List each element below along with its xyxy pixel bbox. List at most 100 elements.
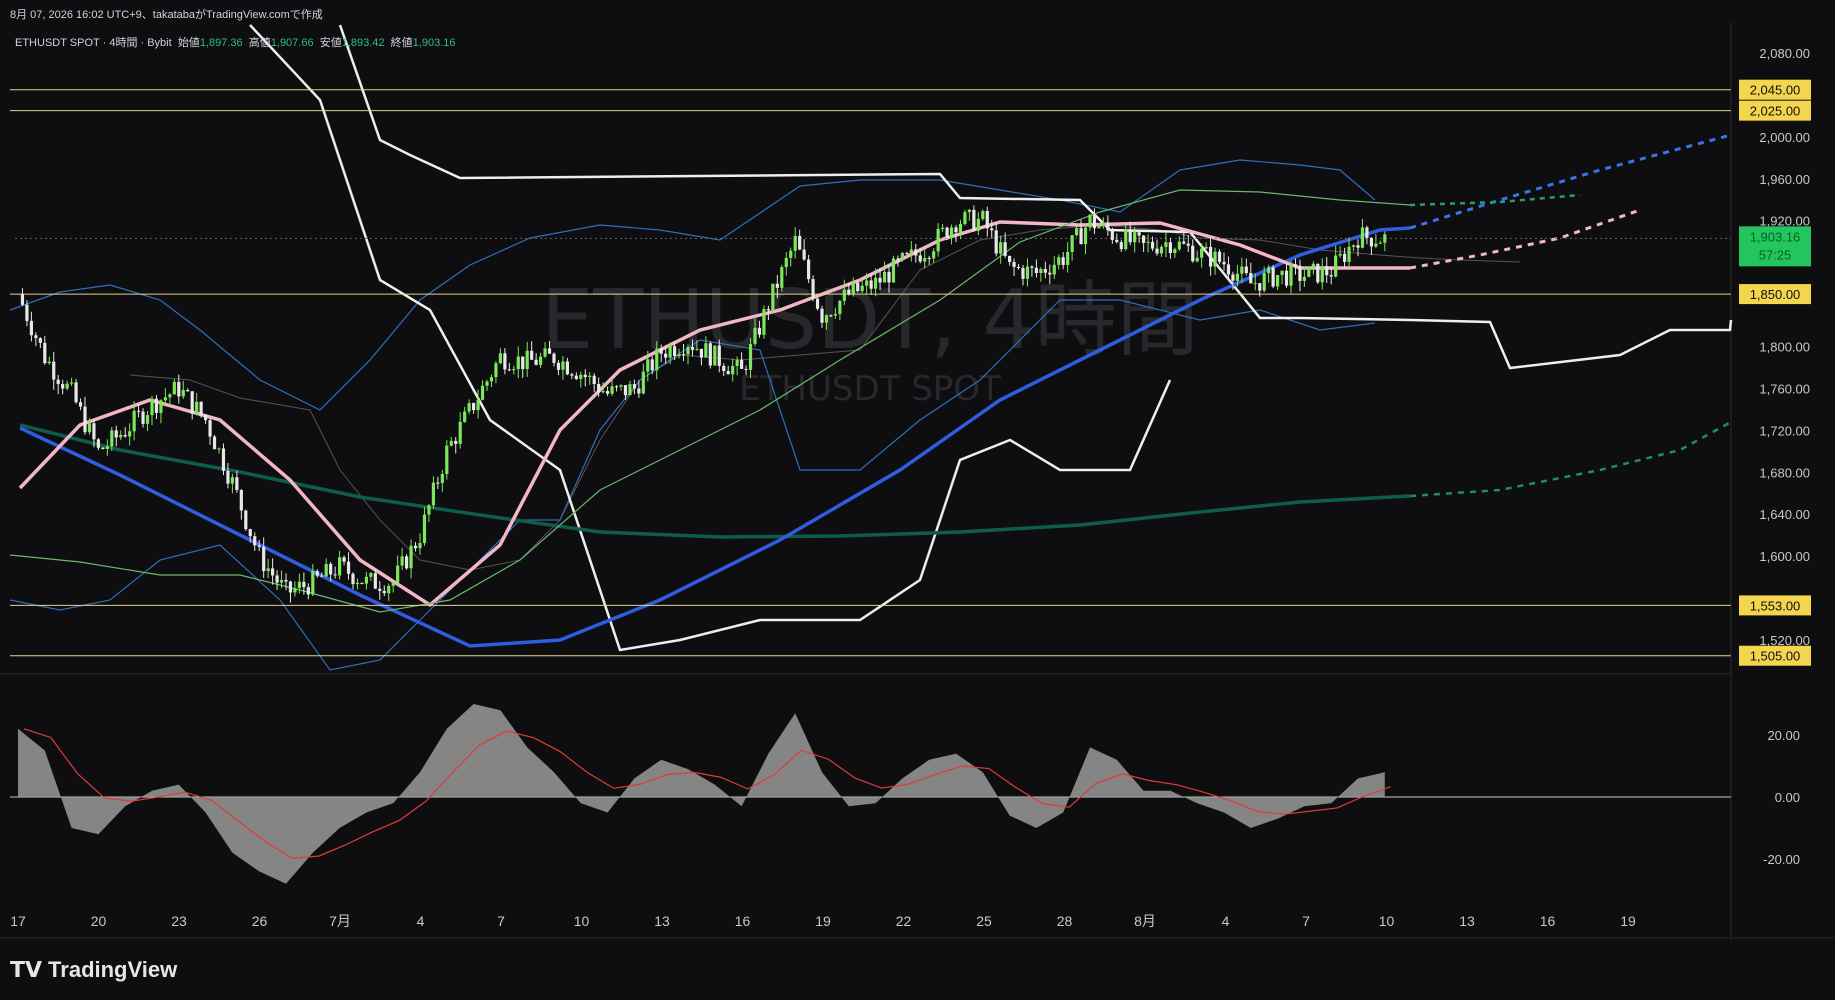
candle-body [65, 383, 69, 389]
candle-body [614, 386, 619, 388]
candle-body [628, 384, 632, 396]
candle-body [1115, 239, 1119, 243]
candle-body [958, 224, 963, 233]
candle-body [1034, 267, 1038, 274]
candle-body [1316, 263, 1320, 283]
candle-body [382, 590, 386, 594]
candle-body [181, 389, 185, 397]
candle-body [1030, 266, 1034, 268]
candle-body [851, 282, 855, 295]
candle-body [1200, 248, 1204, 258]
candle-body [753, 327, 757, 345]
candle-body [941, 227, 945, 229]
candle-body [677, 354, 681, 356]
candle-body [905, 252, 909, 254]
price-tick-label: 1,600.00 [1759, 549, 1810, 564]
candle-body [52, 361, 56, 380]
candle-body [740, 359, 744, 369]
candle-body [762, 309, 766, 335]
candle-body [20, 294, 25, 305]
candle-body [1249, 273, 1253, 284]
candle-body [262, 546, 266, 572]
candle-body [83, 406, 87, 433]
candle-body [972, 209, 976, 231]
candle-body [1133, 232, 1137, 243]
candle-body [1195, 257, 1199, 262]
candle-body [212, 436, 217, 450]
candle-body [29, 320, 33, 336]
candle-body [552, 353, 556, 363]
candle-body [172, 381, 176, 395]
candle-body [1012, 262, 1016, 267]
candle-body [793, 235, 797, 251]
candle-body [1307, 266, 1311, 277]
candle-body [1052, 264, 1056, 275]
chart-svg[interactable]: ETHUSDT, 4時間 ETHUSDT SPOT 20.000.00-20.0… [0, 0, 1835, 1000]
candle-body [1070, 235, 1074, 252]
time-tick-label: 7 [497, 913, 505, 929]
level-badge-label: 1,850.00 [1750, 287, 1801, 302]
candle-body [1253, 283, 1257, 285]
time-tick-label: 16 [1540, 913, 1556, 929]
price-tick-label: 1,960.00 [1759, 172, 1810, 187]
candle-body [766, 309, 770, 311]
candle-body [570, 374, 574, 376]
candle-body [1083, 227, 1088, 245]
legend-low-label: 安値 [319, 37, 342, 49]
tradingview-brand[interactable]: 𝗧𝗩 TradingView [10, 957, 177, 983]
countdown-label: 57:25 [1759, 247, 1792, 262]
candle-body [1329, 275, 1333, 277]
candle-body [454, 440, 458, 444]
candle-body [342, 557, 346, 562]
candle-body [463, 411, 467, 422]
candle-body [731, 365, 735, 375]
candle-body [949, 227, 954, 239]
candle-body [1182, 241, 1186, 244]
time-tick-label: 10 [1379, 913, 1395, 929]
candle-body [887, 271, 891, 283]
time-tick-label: 4 [417, 913, 425, 929]
candle-body [909, 249, 913, 254]
candle-body [333, 574, 337, 576]
candle-body [485, 381, 489, 386]
candle-body [150, 398, 154, 416]
candle-body [503, 353, 507, 370]
candle-body [923, 257, 927, 262]
candle-body [498, 353, 502, 364]
candle-body [780, 267, 784, 288]
candle-body [1008, 255, 1012, 263]
candle-body [1003, 242, 1007, 256]
candle-body [717, 345, 721, 366]
candle-body [1213, 251, 1217, 267]
candle-body [1016, 266, 1021, 269]
candle-body [1057, 257, 1061, 265]
candle-body [1276, 274, 1280, 287]
time-tick-label: 19 [1620, 913, 1636, 929]
candle-body [168, 394, 172, 398]
candle-body [199, 401, 203, 415]
candle-body [101, 447, 105, 449]
candle-body [900, 252, 904, 260]
candle-body [34, 335, 38, 339]
price-axis: 2,080.002,000.001,960.001,920.001,800.00… [1759, 46, 1810, 648]
candle-body [757, 327, 762, 335]
level-badge-label: 1,505.00 [1750, 649, 1801, 664]
candle-body [601, 391, 605, 393]
price-tick-label: 1,640.00 [1759, 507, 1810, 522]
candle-body [396, 565, 400, 583]
candle-body [619, 385, 623, 387]
legend-high-label: 高値 [248, 37, 271, 49]
time-tick-label: 8月 [1134, 913, 1156, 929]
candle-body [744, 368, 748, 370]
candle-body [239, 489, 243, 511]
last-price-label: 1,903.16 [1750, 229, 1801, 244]
candle-body [994, 230, 998, 254]
legend-high: 1,907.66 [270, 37, 314, 49]
candle-body [467, 403, 471, 412]
candle-body [659, 348, 663, 354]
candle-body [284, 580, 288, 582]
candle-body [735, 359, 739, 366]
candle-body [945, 227, 949, 239]
candle-body [932, 251, 936, 259]
candle-body [1347, 246, 1351, 262]
